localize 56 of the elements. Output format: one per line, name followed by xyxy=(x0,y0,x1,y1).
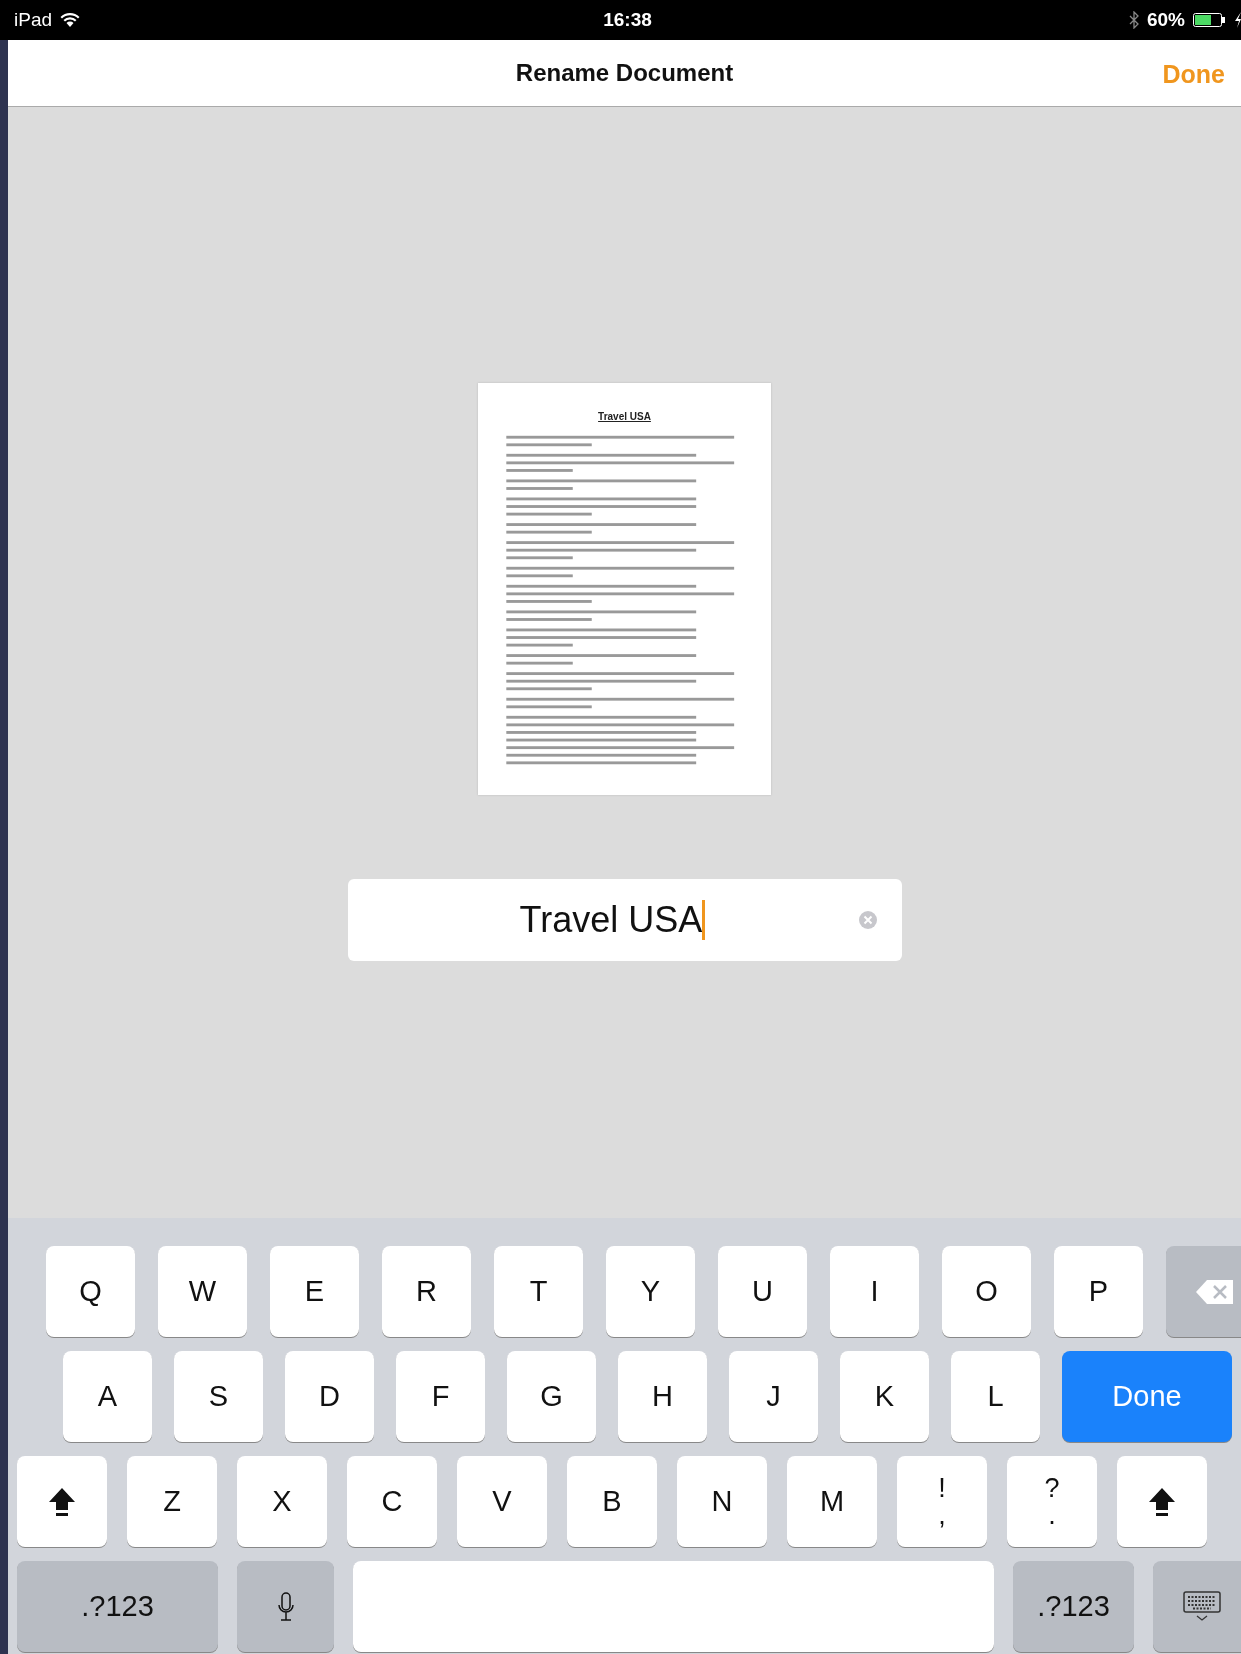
key[interactable]: G xyxy=(507,1351,596,1442)
key[interactable]: U xyxy=(718,1246,807,1337)
key[interactable]: K xyxy=(840,1351,929,1442)
text-cursor xyxy=(702,900,706,940)
shift-icon xyxy=(1148,1486,1176,1517)
key[interactable]: I xyxy=(830,1246,919,1337)
key[interactable]: C xyxy=(347,1456,437,1547)
dictation-key[interactable] xyxy=(237,1561,334,1652)
key[interactable]: O xyxy=(942,1246,1031,1337)
bluetooth-icon xyxy=(1128,11,1139,29)
backspace-icon xyxy=(1194,1277,1235,1306)
screen-title: Rename Document xyxy=(515,58,734,88)
done-key[interactable]: Done xyxy=(1062,1351,1232,1442)
keyboard-icon xyxy=(1182,1590,1221,1623)
charging-bolt-icon xyxy=(1235,12,1241,28)
key[interactable]: L xyxy=(951,1351,1040,1442)
battery-icon xyxy=(1193,12,1227,28)
name-field[interactable]: Travel USA xyxy=(347,879,902,961)
key[interactable]: X xyxy=(237,1456,327,1547)
key[interactable]: F xyxy=(396,1351,485,1442)
key[interactable]: S xyxy=(174,1351,263,1442)
microphone-icon xyxy=(277,1591,294,1622)
key[interactable]: B xyxy=(567,1456,657,1547)
clear-icon[interactable] xyxy=(857,910,878,930)
key[interactable]: Y xyxy=(606,1246,695,1337)
document-title: Travel USA xyxy=(598,410,651,424)
space-bar[interactable] xyxy=(353,1561,994,1652)
shift-key[interactable] xyxy=(1117,1456,1207,1547)
key[interactable]: P xyxy=(1054,1246,1143,1337)
key[interactable]: A xyxy=(63,1351,152,1442)
field-value: Travel USA xyxy=(519,898,703,942)
clock-time: 16:38 xyxy=(603,8,652,30)
key[interactable]: J xyxy=(729,1351,818,1442)
backspace-key[interactable] xyxy=(1166,1246,1241,1337)
device-name: iPad xyxy=(14,7,53,32)
key[interactable]: ? . xyxy=(1007,1456,1097,1547)
numbers-key[interactable]: .?123 xyxy=(1013,1561,1134,1652)
shift-key[interactable] xyxy=(17,1456,107,1547)
shift-icon xyxy=(48,1486,76,1517)
key[interactable]: N xyxy=(677,1456,767,1547)
wifi-icon xyxy=(60,12,81,28)
key[interactable]: W xyxy=(158,1246,247,1337)
key[interactable]: R xyxy=(382,1246,471,1337)
hide-keyboard-key[interactable] xyxy=(1153,1561,1241,1652)
document-thumbnail[interactable]: Travel USA xyxy=(478,383,771,795)
key[interactable]: ! , xyxy=(897,1456,987,1547)
battery-percentage: 60% xyxy=(1146,7,1185,32)
key[interactable]: H xyxy=(618,1351,707,1442)
key[interactable]: D xyxy=(285,1351,374,1442)
key[interactable]: Z xyxy=(127,1456,217,1547)
key[interactable]: E xyxy=(270,1246,359,1337)
key[interactable]: M xyxy=(787,1456,877,1547)
numbers-key[interactable]: .?123 xyxy=(17,1561,218,1652)
key[interactable]: V xyxy=(457,1456,547,1547)
key[interactable]: T xyxy=(494,1246,583,1337)
key[interactable]: Q xyxy=(46,1246,135,1337)
